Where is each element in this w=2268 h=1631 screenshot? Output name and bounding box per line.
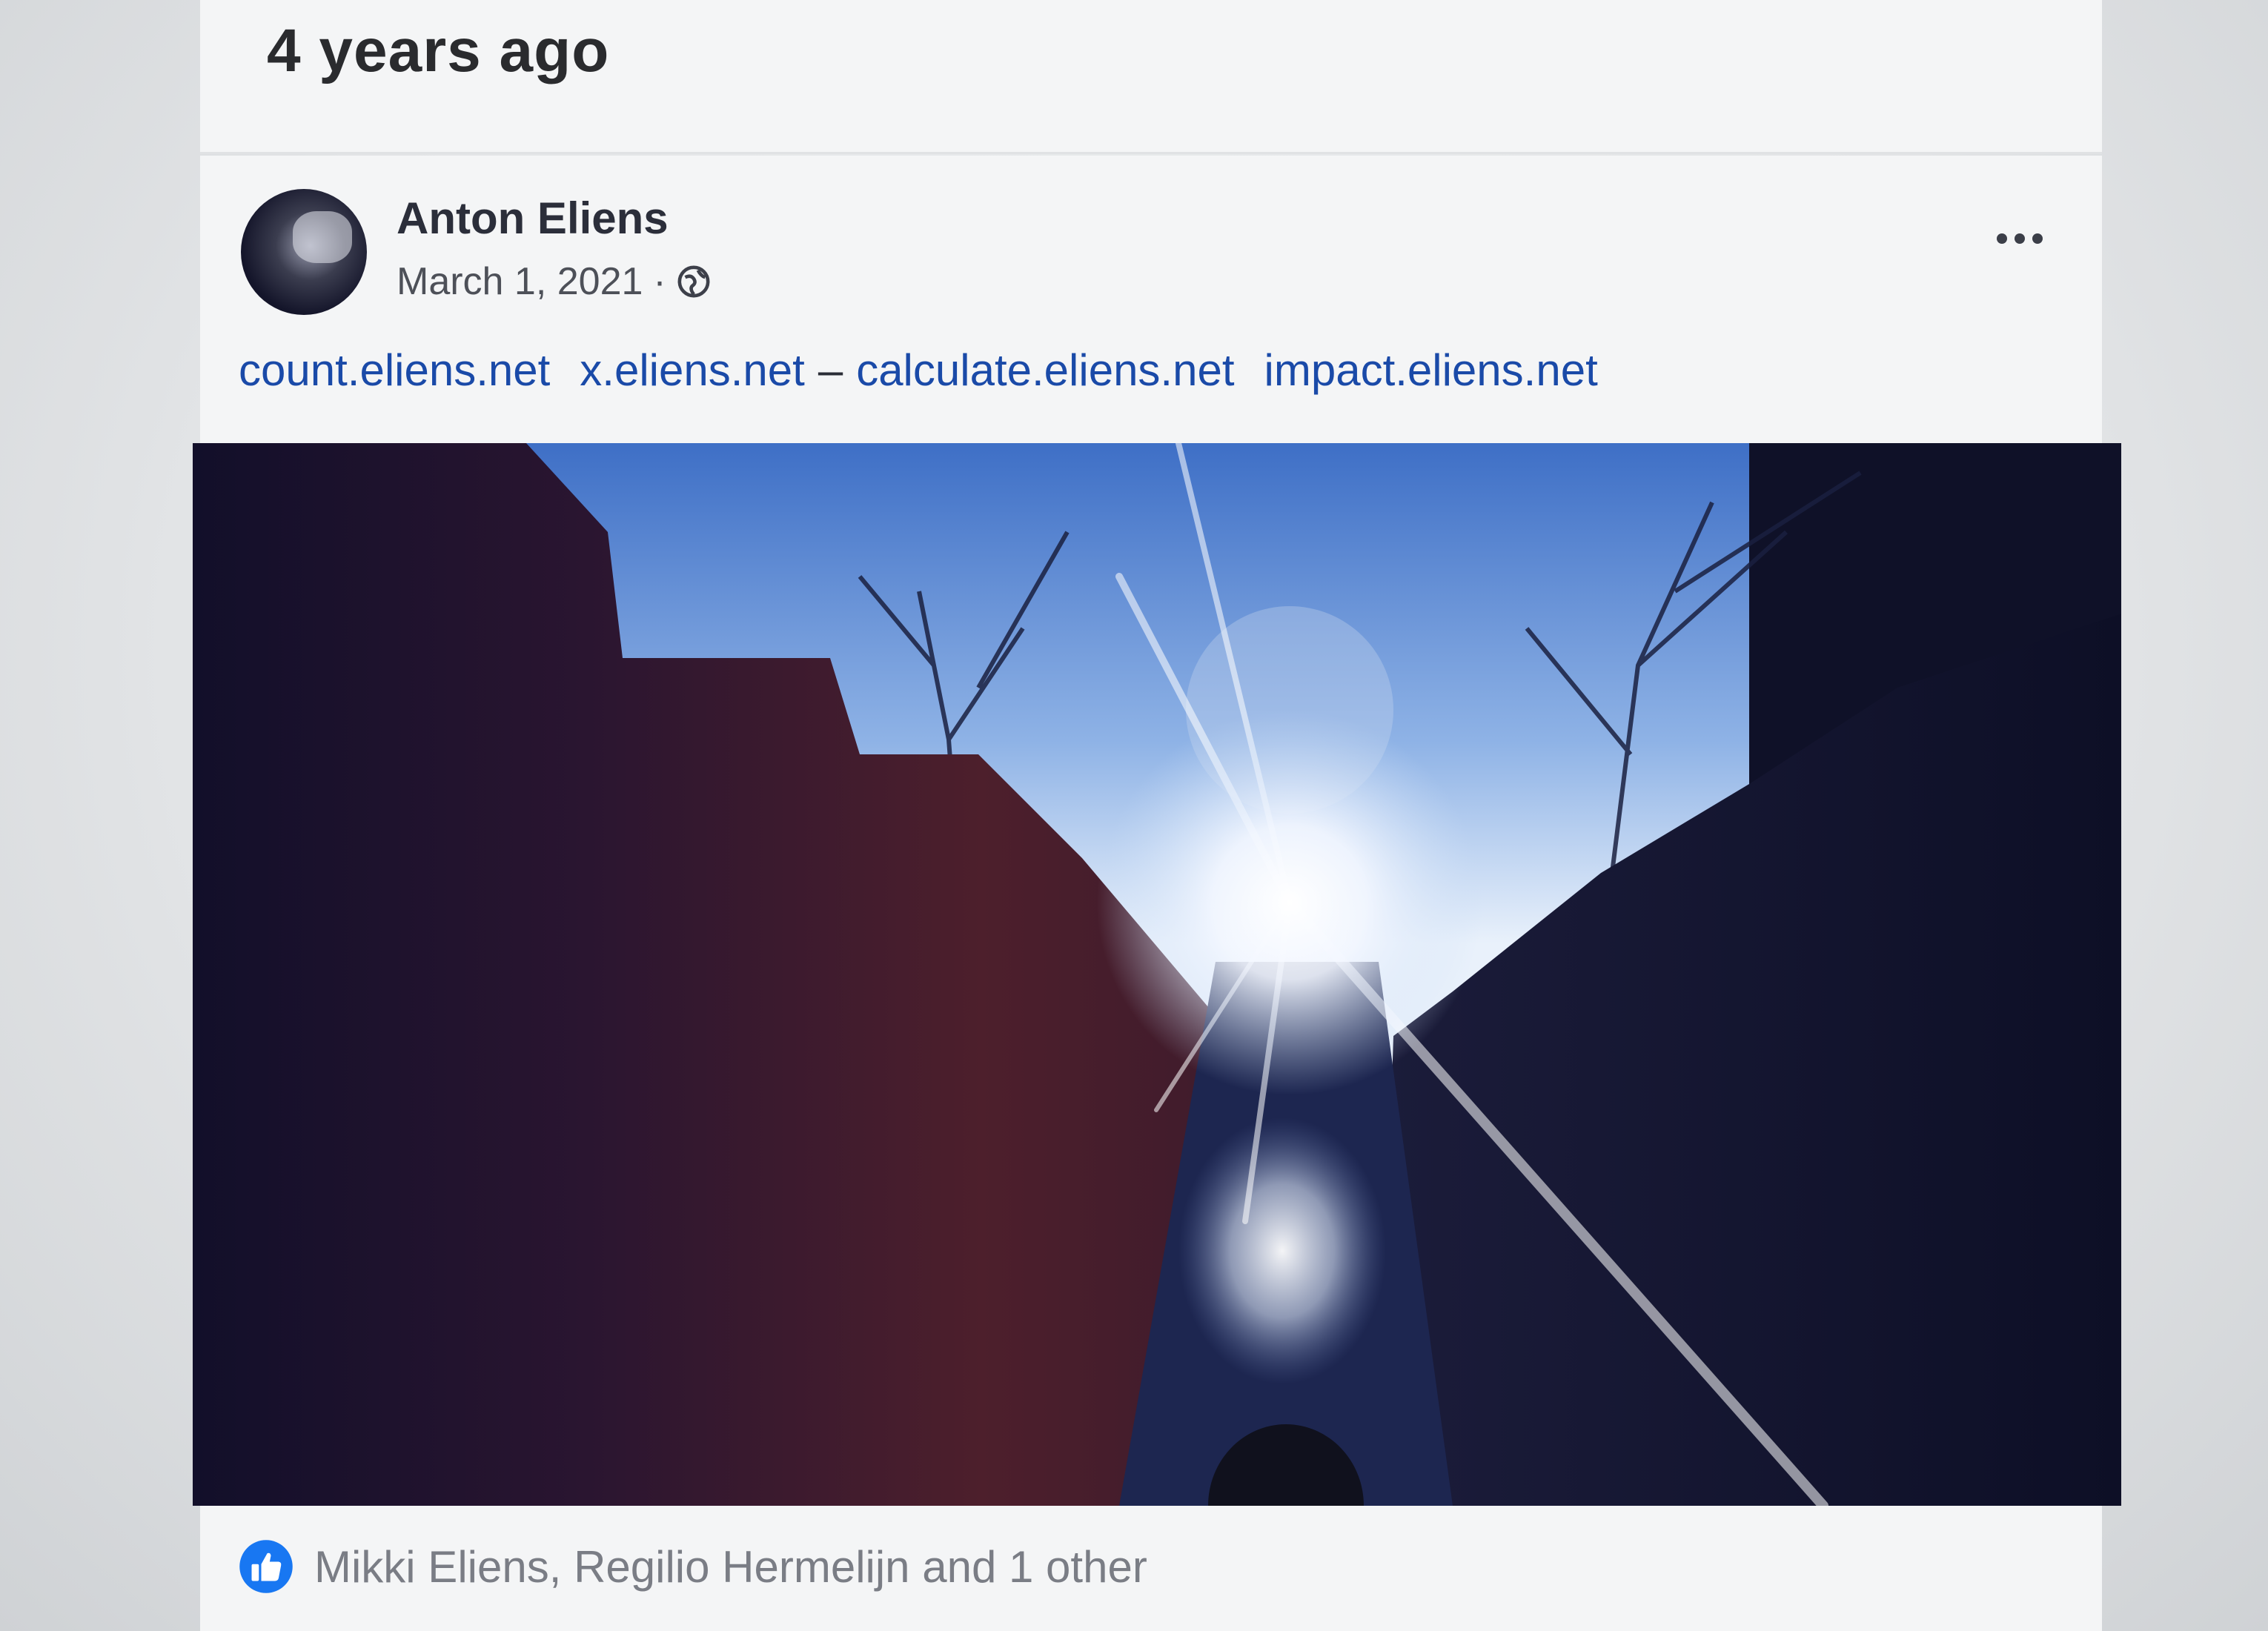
like-icon	[239, 1540, 293, 1593]
photo-canvas	[193, 443, 2121, 1506]
more-options-icon[interactable]	[1997, 233, 2043, 244]
link-x[interactable]: x.eliens.net	[580, 345, 805, 396]
link-count[interactable]: count.eliens.net	[239, 345, 550, 396]
post-card: Anton Eliens March 1, 2021 · count.elien…	[193, 156, 2121, 1631]
author-avatar[interactable]	[241, 189, 367, 315]
post-photo[interactable]	[193, 443, 2121, 1506]
link-separator: –	[818, 345, 843, 395]
more-dot	[2015, 233, 2025, 244]
globe-icon[interactable]	[677, 265, 711, 299]
meta-separator: ·	[653, 260, 666, 303]
author-name[interactable]: Anton Eliens	[397, 193, 669, 244]
post-links: count.eliens.net x.eliens.net – calculat…	[239, 345, 1598, 396]
link-impact[interactable]: impact.eliens.net	[1264, 345, 1598, 396]
reactions-summary[interactable]: Mikki Eliens, Regilio Hermelijn and 1 ot…	[237, 1538, 1147, 1595]
post-timestamp-relative: 4 years ago	[267, 17, 610, 84]
more-dot	[2032, 233, 2043, 244]
reactions-text: Mikki Eliens, Regilio Hermelijn and 1 ot…	[314, 1541, 1147, 1592]
post-date[interactable]: March 1, 2021	[397, 259, 643, 304]
link-calculate[interactable]: calculate.eliens.net	[856, 345, 1234, 396]
screen: 4 years ago Anton Eliens March 1, 2021 ·…	[0, 0, 2268, 1631]
more-dot	[1997, 233, 2007, 244]
post-meta: March 1, 2021 ·	[397, 259, 711, 304]
previous-post-card: 4 years ago	[200, 0, 2102, 154]
